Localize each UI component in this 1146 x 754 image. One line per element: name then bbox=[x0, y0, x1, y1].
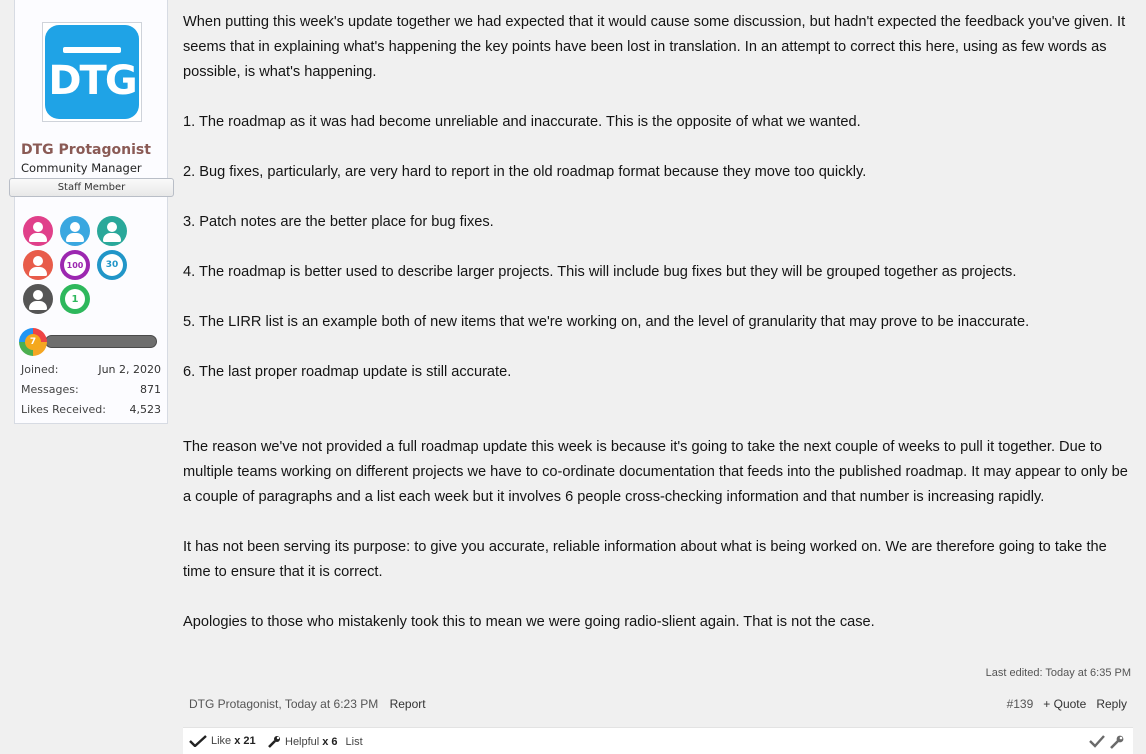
like-count: x 21 bbox=[234, 735, 256, 747]
stat-likes-received: Likes Received: 4,523 bbox=[21, 402, 161, 422]
post-paragraph: It has not been serving its purpose: to … bbox=[183, 539, 1107, 580]
stat-value: Jun 2, 2020 bbox=[98, 363, 161, 376]
stat-label: Joined: bbox=[21, 363, 59, 376]
level-progress-bar bbox=[45, 335, 157, 348]
stat-messages: Messages: 871 bbox=[21, 382, 161, 402]
post-number-link[interactable]: #139 bbox=[1007, 697, 1034, 711]
trophy-person-icon[interactable] bbox=[23, 216, 53, 246]
helpful-label: Helpful bbox=[285, 736, 320, 748]
stat-value[interactable]: 871 bbox=[140, 382, 161, 402]
helpful-count: x 6 bbox=[322, 736, 338, 748]
trophy-count-1-icon[interactable]: 1 bbox=[60, 284, 90, 314]
post-author-time: DTG Protagonist, Today at 6:23 PM Report bbox=[189, 697, 426, 711]
trophy-count-label: 1 bbox=[65, 289, 85, 309]
quote-button[interactable]: + Quote bbox=[1043, 697, 1086, 711]
stat-value: 4,523 bbox=[129, 403, 162, 416]
trophy-count-100-icon[interactable]: 100 bbox=[60, 250, 90, 280]
level-number: 7 bbox=[25, 334, 41, 350]
level-badge-icon: 7 bbox=[19, 328, 47, 356]
avatar-image: DTG bbox=[45, 25, 139, 119]
last-edited: Last edited: Today at 6:35 PM bbox=[985, 667, 1131, 679]
trophy-count-30-icon[interactable]: 30 bbox=[97, 250, 127, 280]
rate-helpful-wrench-icon[interactable] bbox=[1109, 734, 1125, 750]
post-message: When putting this week's update together… bbox=[183, 10, 1138, 660]
like-label: Like bbox=[211, 735, 232, 747]
trophy-person-icon[interactable] bbox=[23, 284, 53, 314]
avatar-text: DTG bbox=[48, 58, 137, 104]
level-progress: 7 bbox=[19, 328, 159, 356]
post-controls: #139 + Quote Reply bbox=[1007, 697, 1127, 711]
post-paragraph: 2. Bug fixes, particularly, are very har… bbox=[183, 164, 867, 180]
trophy-person-icon[interactable] bbox=[60, 216, 90, 246]
user-info-panel: DTG DTG Protagonist Community Manager St… bbox=[9, 0, 174, 424]
rate-like-checkmark-icon[interactable] bbox=[1089, 734, 1105, 748]
reply-button[interactable]: Reply bbox=[1096, 697, 1127, 711]
wrench-icon bbox=[268, 736, 280, 748]
report-link[interactable]: Report bbox=[390, 697, 426, 711]
avatar[interactable]: DTG bbox=[42, 22, 142, 122]
post-paragraph: 1. The roadmap as it was had become unre… bbox=[183, 114, 861, 130]
ratings-list-link[interactable]: List bbox=[346, 736, 363, 748]
like-rating[interactable]: Like x 21 bbox=[189, 735, 256, 747]
trophy-person-icon[interactable] bbox=[23, 250, 53, 280]
user-title: Community Manager bbox=[21, 161, 142, 175]
trophy-count-label: 100 bbox=[64, 254, 86, 276]
checkmark-icon bbox=[189, 735, 207, 747]
staff-banner: Staff Member bbox=[9, 178, 174, 197]
user-stats: Joined: Jun 2, 2020 Messages: 871 Likes … bbox=[21, 362, 161, 422]
username-link[interactable]: DTG Protagonist bbox=[21, 142, 151, 158]
post-paragraph: When putting this week's update together… bbox=[183, 14, 1126, 80]
post-paragraph: 4. The roadmap is better used to describ… bbox=[183, 264, 1017, 280]
stat-label: Messages: bbox=[21, 383, 79, 396]
post-paragraph: Apologies to those who mistakenly took t… bbox=[183, 614, 875, 630]
trophy-count-label: 30 bbox=[101, 254, 123, 276]
ratings-bar: Like x 21 Helpful x 6 List bbox=[183, 727, 1133, 754]
post-paragraph: 3. Patch notes are the better place for … bbox=[183, 214, 494, 230]
trophy-person-icon[interactable] bbox=[97, 216, 127, 246]
post-paragraph: The reason we've not provided a full roa… bbox=[183, 439, 1128, 505]
post-paragraph: 5. The LIRR list is an example both of n… bbox=[183, 314, 1030, 330]
stat-label: Likes Received: bbox=[21, 403, 106, 416]
post-paragraph: 6. The last proper roadmap update is sti… bbox=[183, 364, 512, 380]
rating-actions bbox=[1089, 734, 1125, 750]
author-date-link[interactable]: DTG Protagonist, Today at 6:23 PM bbox=[189, 697, 378, 711]
stat-joined: Joined: Jun 2, 2020 bbox=[21, 362, 161, 382]
helpful-rating[interactable]: Helpful x 6 List bbox=[267, 735, 363, 749]
post-meta: DTG Protagonist, Today at 6:23 PM Report… bbox=[183, 695, 1131, 713]
